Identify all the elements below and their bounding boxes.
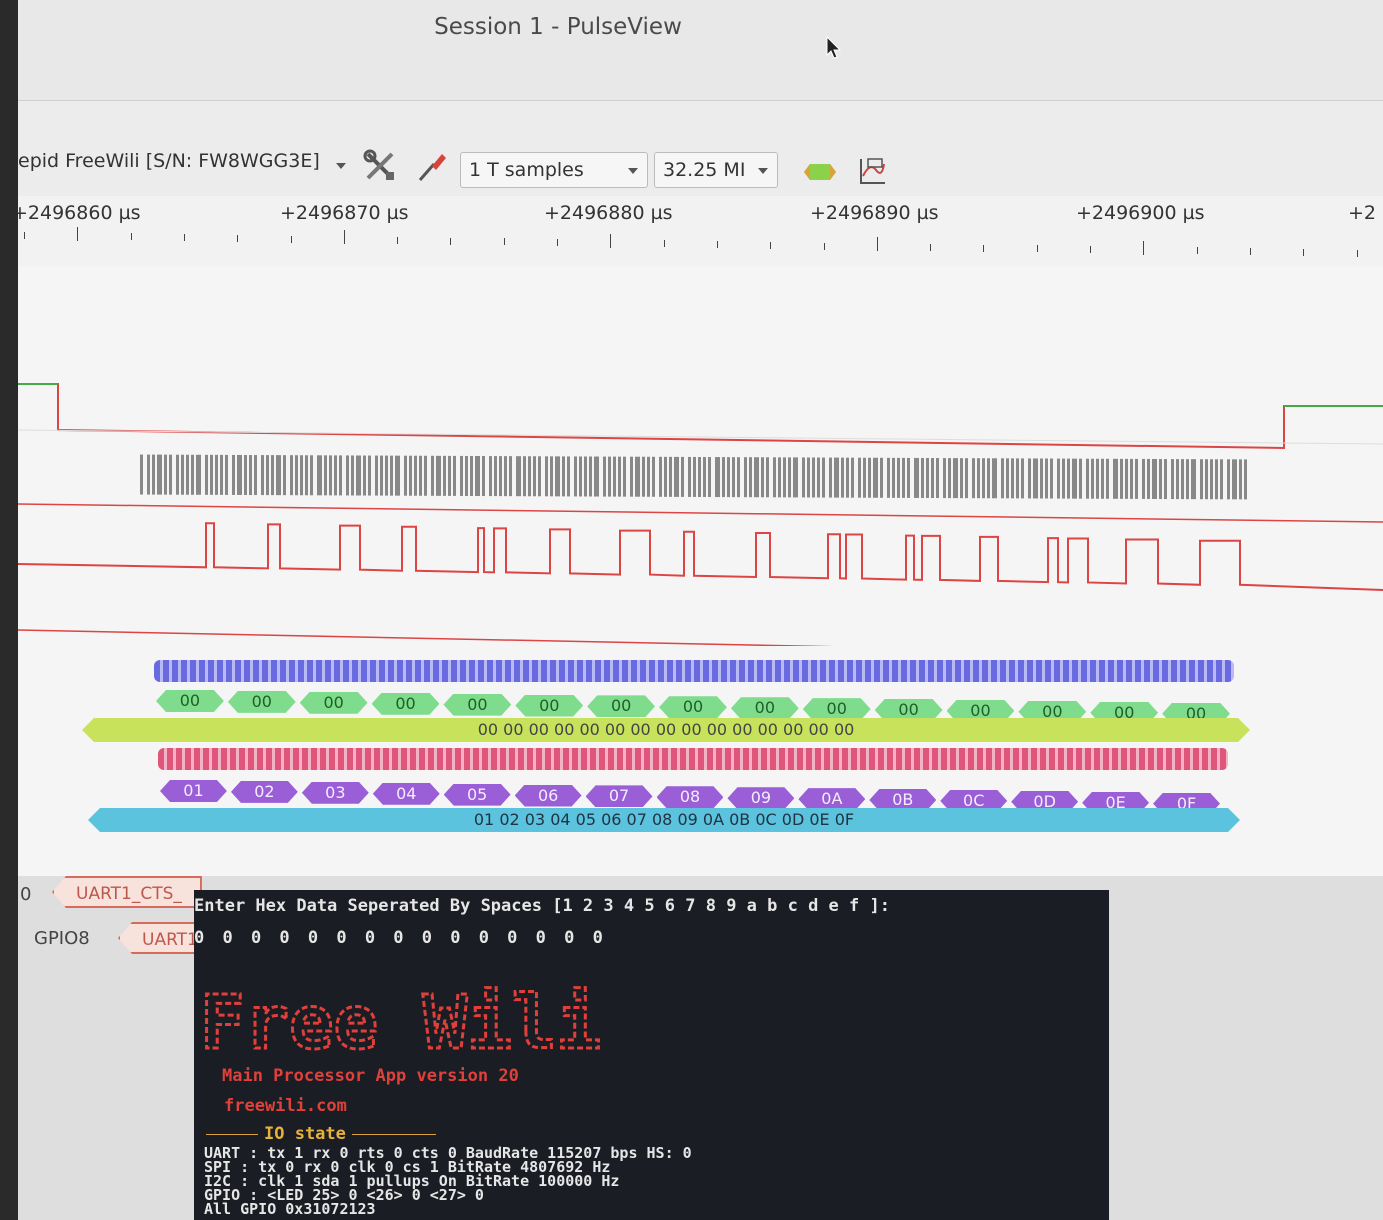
title-bar: Session 1 - PulseView — [18, 0, 1383, 101]
rx-bytes-row: 01 02 03 04 05 06 07 08 09 0A 0B 0C 0D 0E 0F — [18, 778, 1383, 804]
signal-viewport[interactable]: 00 00 00 00 00 00 00 00 00 00 00 00 00 00 00 00 00 00 … — [18, 266, 1383, 876]
probe-icon[interactable] — [416, 148, 450, 184]
samplerate-value: 32.25 MI — [663, 159, 746, 181]
ruler-tick — [983, 244, 985, 252]
ruler-tick — [930, 243, 932, 251]
io-line: All GPIO 0x31072123 — [204, 1200, 376, 1218]
ruler-tick — [1356, 249, 1358, 257]
terminal-input[interactable]: 0 0 0 0 0 0 0 0 0 0 0 0 0 0 0 — [194, 928, 607, 948]
window-title: Session 1 - PulseView — [434, 14, 682, 40]
decoded-byte[interactable]: 08 — [657, 786, 724, 808]
pulseview-window: Session 1 - PulseView epid FreeWili [S/N… — [18, 0, 1383, 1220]
decoded-byte[interactable]: 02 — [231, 781, 298, 803]
decoded-byte[interactable]: 00 — [587, 695, 655, 717]
decoded-byte[interactable]: 00 — [156, 690, 224, 712]
decoded-byte[interactable]: 01 — [160, 780, 227, 802]
ruler-label: +2496880 µs — [544, 202, 673, 224]
ruler-tick — [183, 234, 185, 242]
chevron-down-icon[interactable] — [628, 168, 638, 174]
spi-clock-trace — [140, 454, 1247, 500]
rx-bits-row — [158, 748, 1228, 770]
ruler-tick — [1303, 248, 1305, 256]
tx-bits-row — [154, 660, 1234, 682]
ruler-tick — [610, 233, 612, 248]
freewili-logo: Free Wili — [200, 984, 602, 1060]
ruler-tick — [343, 230, 345, 245]
decoded-byte[interactable]: 00 — [803, 698, 871, 720]
decoded-byte[interactable]: 00 — [731, 697, 799, 719]
uart1-cts-tag[interactable]: UART1_CTS_ — [52, 876, 202, 908]
ruler-tick — [450, 237, 452, 245]
chevron-down-icon[interactable] — [336, 163, 346, 169]
sample-count-combo[interactable]: 1 T samples — [460, 152, 648, 188]
decoded-byte[interactable]: 03 — [302, 782, 369, 804]
ruler-tick — [77, 226, 79, 241]
ruler-label: +2 — [1348, 202, 1377, 224]
decoded-byte[interactable]: 00 — [372, 693, 440, 715]
tx-summary-bar[interactable]: 00 00 00 00 00 00 00 00 00 00 00 00 00 0… — [82, 718, 1250, 742]
ruler-tick — [397, 236, 399, 244]
ruler-label: +2496890 µs — [810, 202, 939, 224]
toolbar: epid FreeWili [S/N: FW8WGG3E] 1 T sample… — [18, 130, 1383, 197]
time-ruler[interactable]: +2496860 µs +2496870 µs +2496880 µs +249… — [18, 196, 1383, 266]
chevron-down-icon[interactable] — [758, 168, 768, 174]
gpio8-label: GPIO8 — [34, 928, 90, 949]
decoded-byte[interactable]: 00 — [443, 694, 511, 716]
decoded-byte[interactable]: 00 — [300, 692, 368, 714]
version-text: Main Processor App version 20 — [222, 1066, 519, 1086]
ruler-tick — [503, 238, 505, 246]
ruler-tick — [876, 237, 878, 252]
decoded-byte[interactable]: 04 — [373, 783, 440, 805]
ruler-tick — [663, 240, 665, 248]
trace-index: 0 — [20, 884, 32, 905]
rx-summary-bar[interactable]: 01 02 03 04 05 06 07 08 09 0A 0B 0C 0D 0… — [88, 808, 1240, 832]
decoded-byte[interactable]: 07 — [586, 785, 653, 807]
decoded-byte[interactable]: 00 — [515, 695, 583, 717]
configure-device-icon[interactable] — [362, 148, 398, 184]
io-header: IO state — [258, 1124, 352, 1144]
mouse-cursor-icon — [826, 36, 842, 59]
ruler-tick — [130, 233, 132, 241]
ruler-tick — [1036, 245, 1038, 253]
svg-text:Free Wili: Free Wili — [200, 984, 601, 1060]
terminal-window[interactable]: Enter Hex Data Seperated By Spaces [1 2 … — [194, 890, 1109, 1220]
ruler-tick — [1090, 246, 1091, 253]
decoded-byte[interactable]: 0A — [798, 788, 865, 810]
device-selector[interactable]: epid FreeWili [S/N: FW8WGG3E] — [18, 150, 320, 172]
ruler-tick — [290, 235, 292, 243]
website-text: freewili.com — [224, 1096, 347, 1116]
ruler-tick — [1196, 247, 1198, 255]
decoded-byte[interactable]: 09 — [727, 787, 794, 809]
decoded-byte[interactable]: 00 — [659, 696, 727, 718]
ruler-tick — [237, 234, 239, 242]
math-graph-icon[interactable] — [858, 156, 888, 186]
run-icon[interactable] — [802, 160, 838, 184]
decoded-byte[interactable]: 05 — [444, 784, 511, 806]
sample-count-value: 1 T samples — [469, 159, 584, 181]
tx-bytes-row: 00 00 00 00 00 00 00 00 00 00 00 00 00 00 00 — [18, 688, 1383, 714]
ruler-tick — [716, 241, 718, 249]
decoded-byte[interactable]: 00 — [228, 691, 296, 713]
decoded-byte[interactable]: 00 — [875, 699, 943, 721]
ruler-label: +2496900 µs — [1076, 202, 1205, 224]
decoded-byte[interactable]: 06 — [515, 785, 582, 807]
logic-traces — [18, 383, 1383, 646]
ruler-tick — [24, 232, 25, 239]
decoded-byte[interactable]: 0B — [869, 789, 936, 811]
ruler-label: +2496860 µs — [18, 202, 141, 224]
ruler-tick — [823, 242, 825, 250]
terminal-prompt: Enter Hex Data Seperated By Spaces [1 2 … — [194, 896, 890, 916]
ruler-label: +2496870 µs — [280, 202, 409, 224]
ruler-tick — [557, 239, 558, 246]
ruler-tick — [1249, 248, 1251, 256]
ruler-tick — [770, 241, 772, 249]
ruler-tick — [1143, 240, 1145, 255]
